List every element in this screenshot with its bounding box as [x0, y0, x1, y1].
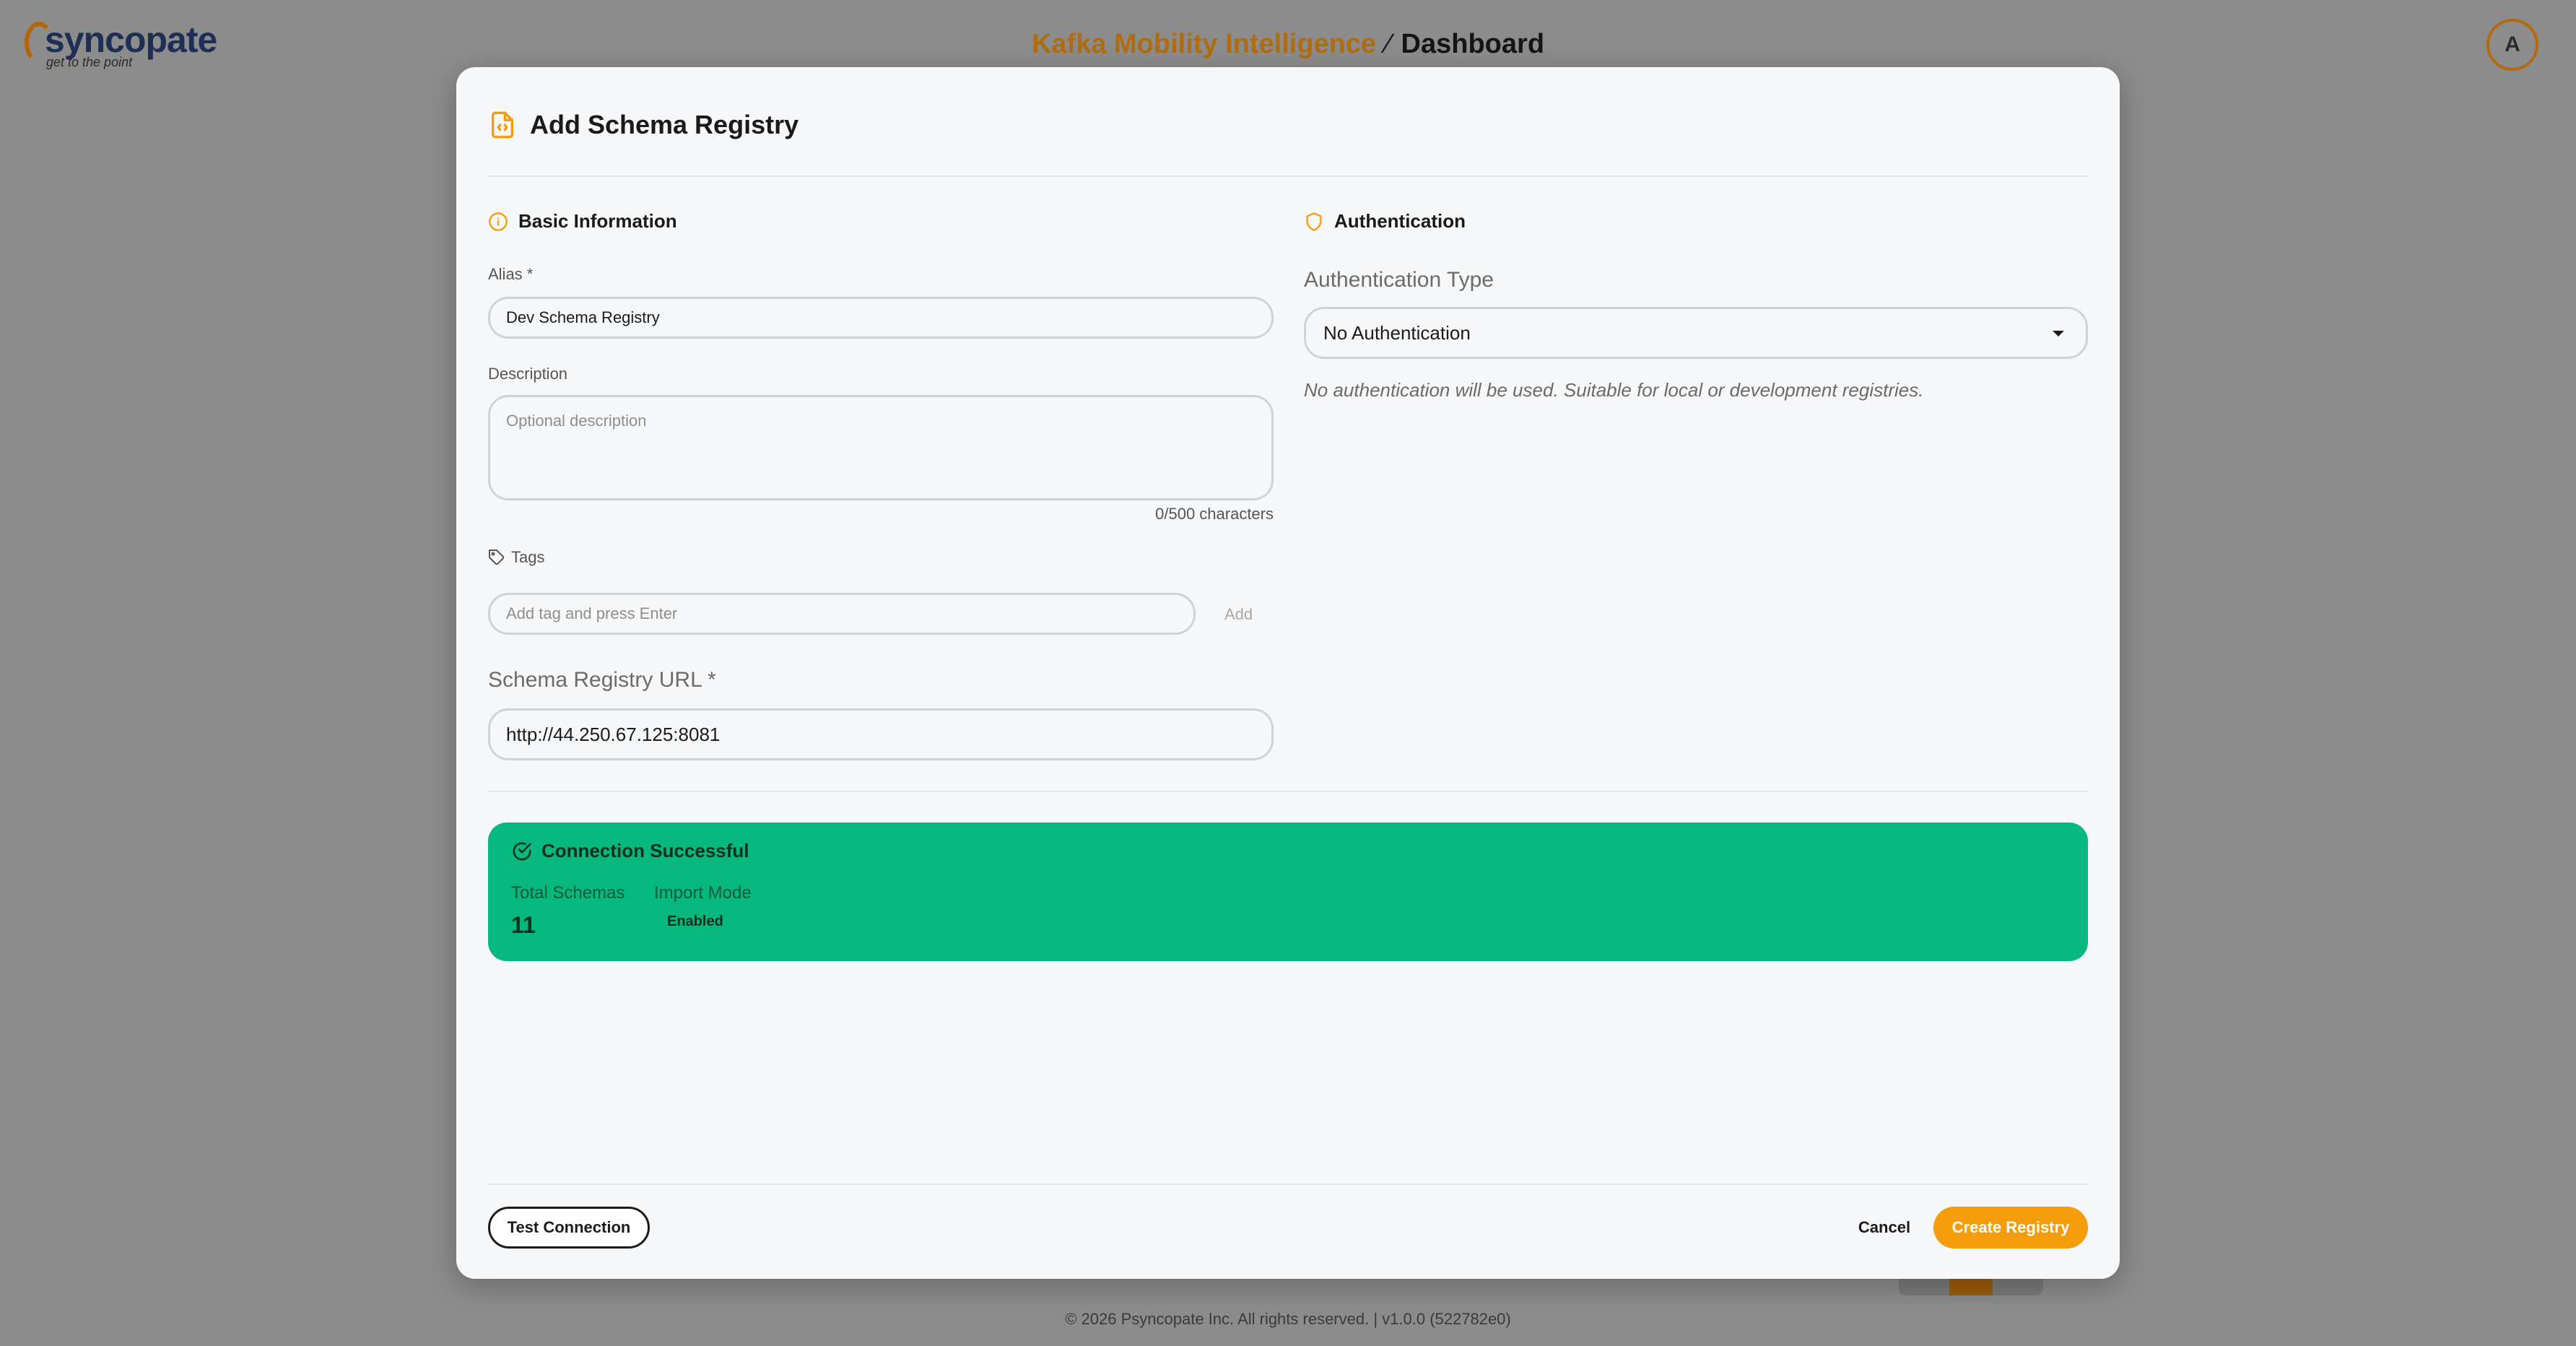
description-textarea[interactable] [488, 395, 1274, 500]
create-registry-button[interactable]: Create Registry [1933, 1207, 2088, 1249]
registry-url-label: Schema Registry URL * [488, 668, 716, 692]
add-schema-registry-dialog: Add Schema Registry Basic Information Al… [456, 67, 2120, 1279]
shield-icon [1306, 212, 1322, 231]
footer-divider [488, 1184, 2088, 1185]
authentication-heading: Authentication [1304, 210, 1466, 233]
background-accent [1949, 1278, 1993, 1295]
file-code-icon [492, 111, 513, 139]
description-char-count: 0/500 characters [1155, 505, 1274, 523]
breadcrumb-current: Dashboard [1401, 29, 1545, 59]
import-mode-label: Import Mode [654, 883, 752, 903]
info-circle-icon [489, 212, 508, 231]
registry-url-input[interactable] [488, 708, 1274, 760]
connection-success-heading: Connection Successful [511, 840, 749, 862]
dialog-title: Add Schema Registry [530, 110, 799, 139]
check-circle-icon [513, 842, 531, 860]
caret-down-icon [2053, 331, 2064, 336]
tag-icon [489, 550, 505, 565]
auth-hint: No authentication will be used. Suitable… [1304, 379, 1924, 401]
breadcrumb-parent[interactable]: Kafka Mobility Intelligence [1032, 29, 1376, 59]
cancel-button[interactable]: Cancel [1844, 1207, 1925, 1249]
description-label: Description [488, 365, 568, 383]
authentication-heading-text: Authentication [1334, 210, 1466, 232]
basic-info-heading-text: Basic Information [518, 210, 677, 232]
total-schemas-value: 11 [511, 912, 536, 938]
basic-info-heading: Basic Information [488, 210, 677, 233]
breadcrumb: Kafka Mobility Intelligence ⁄ Dashboard [0, 29, 2576, 60]
alias-label: Alias * [488, 265, 534, 283]
tags-input[interactable] [488, 593, 1196, 635]
auth-type-label: Authentication Type [1304, 268, 1494, 292]
total-schemas-label: Total Schemas [511, 883, 625, 903]
dialog-header: Add Schema Registry [488, 99, 799, 151]
import-mode-badge: Enabled [667, 913, 723, 929]
auth-type-select[interactable]: No Authentication [1304, 307, 2088, 359]
section-divider [488, 791, 2088, 792]
connection-success-text: Connection Successful [541, 840, 749, 861]
tags-label-text: Tags [511, 548, 545, 566]
user-avatar[interactable]: A [2486, 19, 2538, 71]
breadcrumb-separator: ⁄ [1386, 29, 1391, 59]
alias-input[interactable] [488, 297, 1274, 339]
tags-label: Tags [488, 548, 544, 567]
connection-success-panel: Connection Successful Total Schemas 11 I… [488, 822, 2088, 961]
page-footer: © 2026 Psyncopate Inc. All rights reserv… [1065, 1310, 1511, 1328]
add-tag-button[interactable]: Add [1224, 605, 1253, 624]
header-divider [488, 175, 2088, 177]
auth-type-value: No Authentication [1323, 321, 1471, 344]
test-connection-button[interactable]: Test Connection [488, 1207, 650, 1249]
